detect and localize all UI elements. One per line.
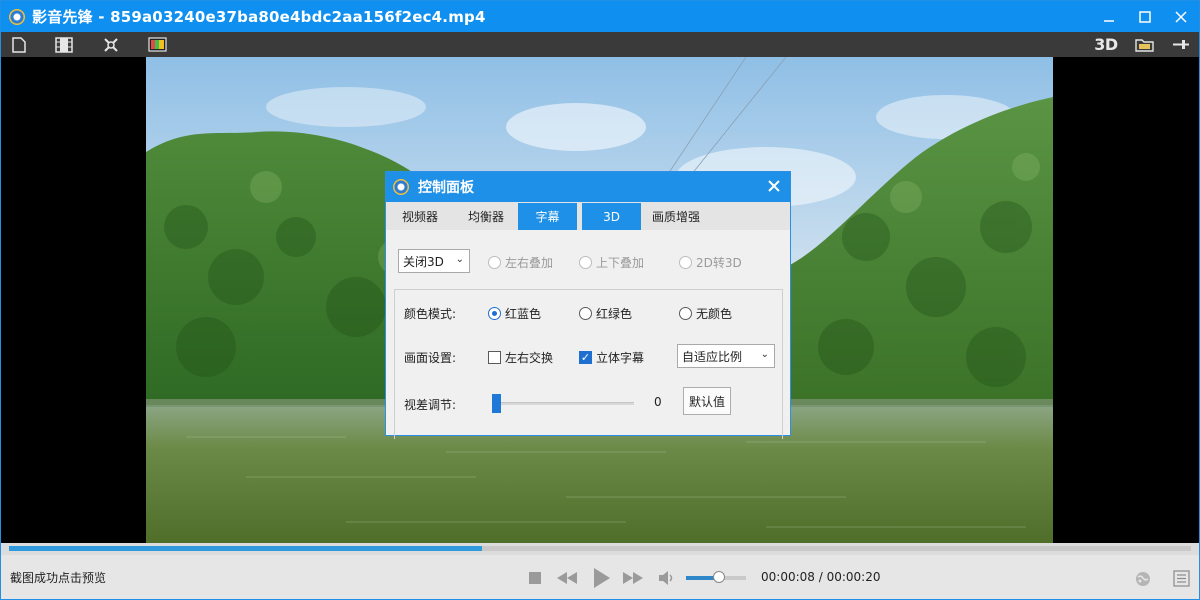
parallax-slider-track[interactable]: [492, 402, 634, 405]
radio-label: 上下叠加: [596, 256, 645, 270]
rewind-button[interactable]: [555, 570, 579, 586]
checkbox-stereo-subtitle[interactable]: ✓ 立体字幕: [579, 349, 644, 366]
new-file-icon: [12, 36, 26, 53]
tab-enhance[interactable]: 画质增强: [641, 203, 711, 230]
chevron-down-icon: ⌄: [760, 349, 769, 360]
checkbox-label: 左右交换: [505, 351, 554, 365]
control-panel-dialog: 控制面板 视频器 均衡器 字幕 3D 画质增强 关闭3D ⌄ 左右叠加 上下叠加…: [385, 171, 791, 439]
fast-forward-icon: [623, 572, 643, 584]
new-file-button[interactable]: [11, 36, 27, 53]
radio-dot: [679, 307, 692, 320]
close-button[interactable]: [1163, 1, 1199, 32]
app-logo-icon: [9, 8, 25, 25]
radio-dot: [579, 256, 592, 269]
stop-icon: [529, 572, 541, 584]
toolbar-3d-button[interactable]: 3D: [1092, 35, 1120, 54]
radio-no-color[interactable]: 无颜色: [679, 305, 732, 322]
time-display: 00:00:08 / 00:00:20: [761, 570, 881, 584]
tab-3d-content: 关闭3D ⌄ 左右叠加 上下叠加 2D转3D 颜色模式: 红蓝色 红绿色 无颜色…: [386, 230, 790, 439]
tab-video[interactable]: 视频器: [386, 203, 454, 230]
window-title: 影音先锋 - 859a03240e37ba80e4bdc2aa156f2ec4.…: [32, 8, 486, 26]
open-folder-button[interactable]: [1134, 36, 1154, 53]
status-text[interactable]: 截图成功点击预览: [10, 569, 106, 586]
radio-dot: [679, 256, 692, 269]
radio-red-blue[interactable]: 红蓝色: [488, 305, 541, 322]
globe-icon: [1136, 572, 1150, 586]
dialog-title: 控制面板: [418, 180, 474, 196]
maximize-button[interactable]: [1127, 1, 1163, 32]
folder-icon: [1134, 39, 1154, 52]
seek-bar[interactable]: [1, 543, 1199, 555]
radio-label: 红蓝色: [505, 307, 542, 321]
color-adjust-button[interactable]: [147, 36, 167, 53]
radio-dot: [579, 307, 592, 320]
checkbox-swap-lr[interactable]: 左右交换: [488, 349, 553, 366]
title-bar: 影音先锋 - 859a03240e37ba80e4bdc2aa156f2ec4.…: [1, 1, 1199, 32]
playlist-icon: [1173, 570, 1190, 587]
film-strip-button[interactable]: [55, 36, 73, 53]
checkbox-box: [488, 351, 501, 364]
radio-label: 左右叠加: [505, 256, 554, 270]
toolbar: 3D: [1, 32, 1199, 57]
volume-knob[interactable]: [713, 571, 725, 583]
mute-button[interactable]: [658, 571, 676, 585]
color-mode-label: 颜色模式:: [404, 307, 457, 321]
tools-button[interactable]: [102, 36, 119, 53]
player-window: 影音先锋 - 859a03240e37ba80e4bdc2aa156f2ec4.…: [0, 0, 1200, 600]
volume-icon: [659, 571, 673, 585]
film-strip-icon: [55, 36, 73, 53]
parallax-label: 视差调节:: [404, 398, 457, 412]
3d-mode-value: 关闭3D: [403, 254, 444, 269]
pin-button[interactable]: [1171, 36, 1191, 53]
seek-track[interactable]: [9, 546, 1191, 551]
close-icon: [768, 180, 780, 192]
ratio-select[interactable]: 自适应比例 ⌄: [677, 344, 775, 368]
tab-3d[interactable]: 3D: [582, 203, 641, 230]
default-value-button[interactable]: 默认值: [683, 387, 731, 415]
play-button[interactable]: [591, 567, 611, 589]
dialog-tabs: 视频器 均衡器 字幕 3D 画质增强: [386, 202, 790, 230]
close-icon: [1175, 10, 1187, 23]
rewind-icon: [557, 572, 577, 584]
pin-icon: [1173, 40, 1189, 49]
maximize-icon: [1139, 10, 1151, 23]
parallax-value: 0: [654, 395, 662, 409]
color-palette-icon: [147, 37, 167, 52]
3d-mode-select[interactable]: 关闭3D ⌄: [398, 249, 470, 273]
ratio-value: 自适应比例: [682, 349, 743, 364]
playlist-button[interactable]: [1173, 570, 1190, 587]
minimize-button[interactable]: [1091, 1, 1127, 32]
picture-setting-label: 画面设置:: [404, 351, 457, 365]
tab-equalizer[interactable]: 均衡器: [454, 203, 518, 230]
checkbox-label: 立体字幕: [596, 351, 645, 365]
app-logo-icon: [393, 179, 409, 195]
parallax-slider-thumb[interactable]: [492, 394, 501, 413]
dialog-close-button[interactable]: [768, 176, 780, 197]
chevron-down-icon: ⌄: [455, 254, 464, 265]
stop-button[interactable]: [528, 571, 542, 585]
seek-progress-fill: [9, 546, 482, 551]
play-icon: [594, 568, 610, 588]
radio-side-by-side[interactable]: 左右叠加: [488, 254, 553, 271]
settings-icon: [103, 37, 118, 52]
radio-dot: [488, 307, 501, 320]
radio-label: 2D转3D: [696, 256, 742, 270]
volume-slider[interactable]: [686, 571, 746, 583]
radio-top-bottom[interactable]: 上下叠加: [579, 254, 644, 271]
radio-red-green[interactable]: 红绿色: [579, 305, 632, 322]
radio-dot: [488, 256, 501, 269]
minimize-icon: [1104, 19, 1114, 22]
control-bar: 截图成功点击预览 00:00:08 / 00:00:20: [1, 555, 1199, 599]
globe-button[interactable]: [1135, 571, 1151, 587]
radio-label: 红绿色: [596, 307, 633, 321]
tab-subtitle[interactable]: 字幕: [518, 203, 577, 230]
radio-label: 无颜色: [696, 307, 733, 321]
fast-forward-button[interactable]: [621, 570, 645, 586]
checkbox-box: ✓: [579, 351, 592, 364]
radio-2d-to-3d[interactable]: 2D转3D: [679, 254, 742, 271]
dialog-title-bar[interactable]: 控制面板: [386, 172, 790, 202]
